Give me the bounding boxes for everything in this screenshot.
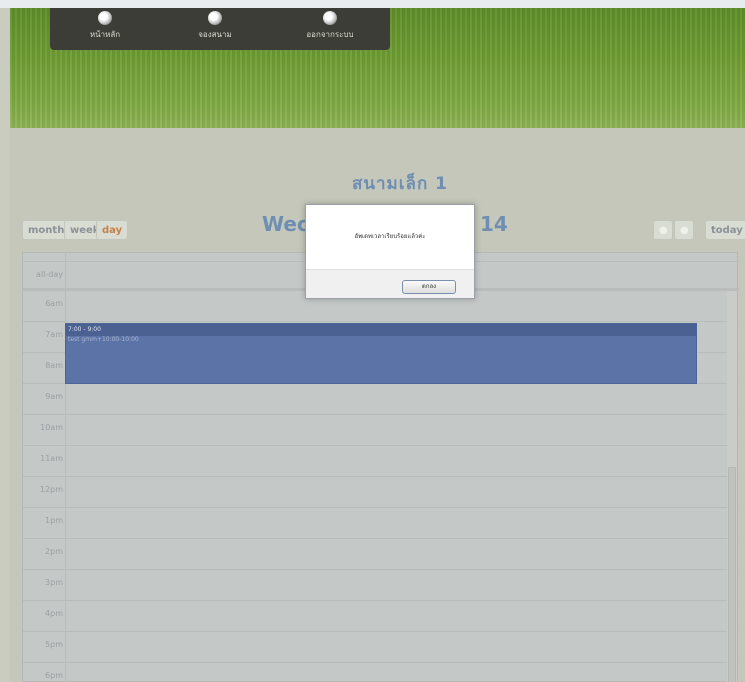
circle-next-icon: ● (680, 225, 689, 236)
soccer-ball-icon (208, 11, 222, 25)
next-button[interactable]: ● (674, 220, 694, 240)
hour-label: 6am (45, 299, 63, 308)
hour-label: 4pm (45, 609, 63, 618)
day-calendar: all-day 6am 7am 8am 9am 10am 11am 12pm 1… (22, 252, 739, 682)
main-nav: หน้าหลัก จองสนาม ออกจากระบบ (50, 8, 390, 50)
hour-row[interactable]: 4pm (23, 601, 739, 632)
today-button[interactable]: today (705, 220, 745, 240)
hour-label: 5pm (45, 640, 63, 649)
view-day-button[interactable]: day (96, 220, 129, 240)
dialog-message: อัพเดทเวลาเรียบร้อยแล้วค่ะ (354, 233, 426, 240)
time-axis-divider (65, 253, 66, 682)
hour-row[interactable]: 3pm (23, 570, 739, 601)
prev-button[interactable]: ● (653, 220, 673, 240)
soccer-ball-icon (98, 11, 112, 25)
hour-label: 6pm (45, 671, 63, 680)
hour-label: 1pm (45, 516, 63, 525)
page-title: สนามเล็ก 1 (351, 174, 449, 194)
hour-label: 3pm (45, 578, 63, 587)
hour-row[interactable]: 11am (23, 446, 739, 477)
hour-label: 7am (45, 330, 63, 339)
nav-item-logout[interactable]: ออกจากระบบ (285, 11, 375, 47)
hour-label: 9am (45, 392, 63, 401)
hour-row[interactable]: 5pm (23, 632, 739, 663)
hour-row[interactable]: 9am (23, 384, 739, 415)
hour-label: 2pm (45, 547, 63, 556)
hour-label: 12pm (39, 485, 63, 494)
nav-item-label: ออกจากระบบ (306, 30, 354, 39)
hour-row[interactable]: 1pm (23, 508, 739, 539)
circle-prev-icon: ● (659, 225, 668, 236)
date-title-right: 14 (480, 212, 508, 236)
hour-row[interactable]: 12pm (23, 477, 739, 508)
date-title-left: Wec (262, 212, 309, 236)
soccer-ball-icon (323, 11, 337, 25)
hour-label: 10am (40, 423, 63, 432)
nav-item-label: จองสนาม (198, 30, 232, 39)
ok-button[interactable]: ตกลง (402, 280, 456, 294)
nav-item-book-field[interactable]: จองสนาม (170, 11, 260, 47)
top-strip (0, 0, 745, 8)
hour-label: 11am (40, 454, 63, 463)
alert-dialog: อัพเดทเวลาเรียบร้อยแล้วค่ะ ตกลง (305, 204, 475, 299)
hour-label: 8am (45, 361, 63, 370)
hour-row[interactable]: 10am (23, 415, 739, 446)
nav-item-home[interactable]: หน้าหลัก (60, 11, 150, 47)
dialog-footer: ตกลง (306, 269, 474, 298)
calendar-event[interactable]: 7:00 - 9:00 test gmm+10:00-10:00 (65, 323, 697, 384)
allday-label: all-day (36, 270, 63, 279)
scrollbar-thumb[interactable] (728, 467, 736, 682)
nav-item-label: หน้าหลัก (89, 30, 121, 39)
hour-row[interactable]: 2pm (23, 539, 739, 570)
calendar-scrollbar[interactable] (727, 291, 737, 682)
event-title: test gmm+10:00-10:00 (68, 336, 139, 343)
grass-header: หน้าหลัก จองสนาม ออกจากระบบ (10, 8, 745, 128)
hour-row[interactable]: 6pm (23, 663, 739, 682)
event-time: 7:00 - 9:00 (66, 324, 696, 336)
